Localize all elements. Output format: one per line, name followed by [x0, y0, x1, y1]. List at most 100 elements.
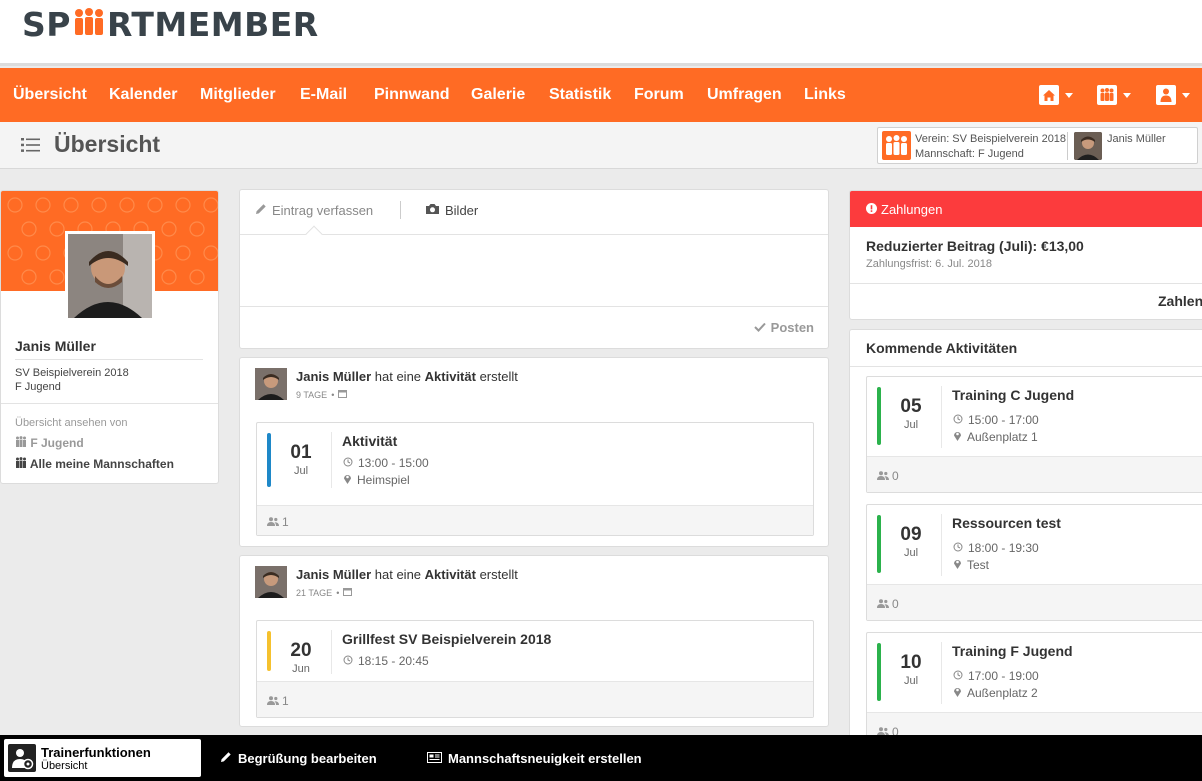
nav-email[interactable]: E-Mail — [300, 86, 347, 104]
page-title: Übersicht — [54, 131, 161, 157]
context-switcher[interactable]: Verein: SV Beispielverein 2018 Mannschaf… — [877, 127, 1198, 164]
attendee-count-value: 0 — [892, 597, 899, 611]
edit-greeting-label: Begrüßung bearbeiten — [238, 751, 377, 766]
post-verb: hat eine — [374, 567, 422, 582]
tab-images-label: Bilder — [445, 203, 479, 218]
post-title: Janis Müller hat eine Aktivität erstellt — [296, 567, 518, 582]
event-time-text: 15:00 - 17:00 — [968, 413, 1039, 427]
event-place: Test — [953, 558, 989, 572]
clock-icon — [343, 654, 353, 668]
divider — [331, 432, 332, 488]
post-button-label: Posten — [770, 320, 814, 335]
event-day: 20 — [290, 640, 312, 661]
payments-title: Zahlungen — [866, 202, 942, 217]
event-month: Jul — [903, 419, 919, 431]
post-suffix: erstellt — [479, 369, 518, 384]
post-object[interactable]: Aktivität — [425, 369, 476, 384]
page-header: Übersicht Verein: SV Beispielverein 2018… — [0, 122, 1202, 169]
divider — [941, 642, 942, 704]
nav-umfragen[interactable]: Umfragen — [707, 86, 782, 104]
divider — [240, 234, 828, 235]
nav-links[interactable]: Links — [804, 86, 846, 104]
post-textarea[interactable] — [241, 236, 827, 306]
event-month: Jul — [903, 675, 919, 687]
upcoming-event[interactable]: 10 Jul Training F Jugend 17:00 - 19:00 A… — [866, 632, 1202, 748]
main-navbar: Übersicht Kalender Mitglieder E-Mail Pin… — [0, 68, 1202, 122]
calendar-icon — [343, 587, 353, 598]
view-team-link[interactable]: F Jugend — [15, 436, 84, 450]
post-meta: 9 TAGE • — [296, 389, 348, 400]
user-menu-button[interactable] — [1156, 82, 1190, 108]
clock-icon — [953, 413, 963, 427]
event-time: 15:00 - 17:00 — [953, 413, 1039, 427]
list-icon — [21, 137, 41, 158]
separator-dot: • — [331, 389, 335, 400]
divider — [850, 283, 1202, 284]
upcoming-event[interactable]: 09 Jul Ressourcen test 18:00 - 19:30 Tes… — [866, 504, 1202, 621]
home-menu-button[interactable] — [1039, 82, 1073, 108]
event-time-text: 13:00 - 15:00 — [358, 456, 429, 470]
logo-bar: SP RTMEMBER — [0, 0, 1202, 66]
event-time: 13:00 - 15:00 — [343, 456, 429, 470]
event-day: 09 — [900, 524, 922, 545]
event-card[interactable]: 20 Jun Grillfest SV Beispielverein 2018 … — [256, 620, 814, 718]
event-month: Jul — [903, 547, 919, 559]
divider — [1067, 132, 1068, 160]
divider — [400, 201, 401, 219]
tab-write-entry[interactable]: Eintrag verfassen — [255, 203, 373, 218]
event-footer: 1 — [257, 681, 813, 717]
event-place: Außenplatz 1 — [953, 430, 1038, 444]
post-meta: 21 TAGE • — [296, 587, 353, 598]
event-footer: 0 — [867, 456, 1202, 492]
nav-galerie[interactable]: Galerie — [471, 86, 525, 104]
team-icon — [15, 457, 27, 471]
create-team-news-button[interactable]: Mannschaftsneuigkeit erstellen — [427, 751, 642, 766]
view-all-teams-link[interactable]: Alle meine Mannschaften — [15, 457, 174, 471]
people-icon — [877, 597, 889, 611]
event-month: Jun — [292, 663, 310, 675]
post-button[interactable]: Posten — [753, 320, 814, 335]
team-menu-button[interactable] — [1097, 82, 1131, 108]
profile-club: SV Beispielverein 2018 — [15, 367, 129, 379]
attendee-count: 0 — [877, 469, 899, 483]
feed-post: Janis Müller hat eine Aktivität erstellt… — [239, 555, 829, 727]
pay-button[interactable]: Zahlen — [1158, 293, 1202, 309]
view-all-teams-label: Alle meine Mannschaften — [29, 457, 174, 471]
attendee-count-value: 0 — [892, 469, 899, 483]
clock-icon — [343, 456, 353, 470]
trainer-icon — [8, 744, 36, 772]
trainer-functions-button[interactable]: Trainerfunktionen Übersicht — [4, 739, 201, 777]
view-team-label: F Jugend — [30, 436, 84, 450]
nav-pinnwand[interactable]: Pinnwand — [374, 86, 450, 104]
post-object[interactable]: Aktivität — [425, 567, 476, 582]
nav-mitglieder[interactable]: Mitglieder — [200, 86, 276, 104]
event-time-text: 17:00 - 19:00 — [968, 669, 1039, 683]
event-place-text: Außenplatz 1 — [967, 430, 1038, 444]
event-color-bar — [877, 387, 881, 445]
avatar[interactable] — [255, 566, 287, 598]
avatar[interactable] — [255, 368, 287, 400]
alert-icon — [866, 202, 877, 217]
nav-forum[interactable]: Forum — [634, 86, 684, 104]
event-place-text: Test — [967, 558, 990, 572]
attendee-count: 0 — [877, 597, 899, 611]
create-team-news-label: Mannschaftsneuigkeit erstellen — [448, 751, 642, 766]
post-author[interactable]: Janis Müller — [296, 369, 371, 384]
payments-header-label: Zahlungen — [881, 202, 943, 217]
upcoming-title: Kommende Aktivitäten — [866, 340, 1018, 356]
nav-kalender[interactable]: Kalender — [109, 86, 177, 104]
profile-name: Janis Müller — [15, 338, 96, 354]
nav-uebersicht[interactable]: Übersicht — [13, 86, 87, 104]
tab-images[interactable]: Bilder — [425, 203, 478, 218]
event-time-text: 18:15 - 20:45 — [358, 654, 429, 668]
brand-logo[interactable]: SP RTMEMBER — [22, 5, 319, 44]
profile-photo[interactable] — [65, 231, 155, 321]
upcoming-event[interactable]: 05 Jul Training C Jugend 15:00 - 17:00 A… — [866, 376, 1202, 493]
event-name: Ressourcen test — [952, 515, 1061, 531]
post-author[interactable]: Janis Müller — [296, 567, 371, 582]
event-color-bar — [877, 515, 881, 573]
event-card[interactable]: 01 Jul Aktivität 13:00 - 15:00 Heimspiel… — [256, 422, 814, 536]
nav-statistik[interactable]: Statistik — [549, 86, 611, 104]
attendee-count: 1 — [267, 694, 289, 708]
edit-greeting-button[interactable]: Begrüßung bearbeiten — [220, 751, 377, 766]
